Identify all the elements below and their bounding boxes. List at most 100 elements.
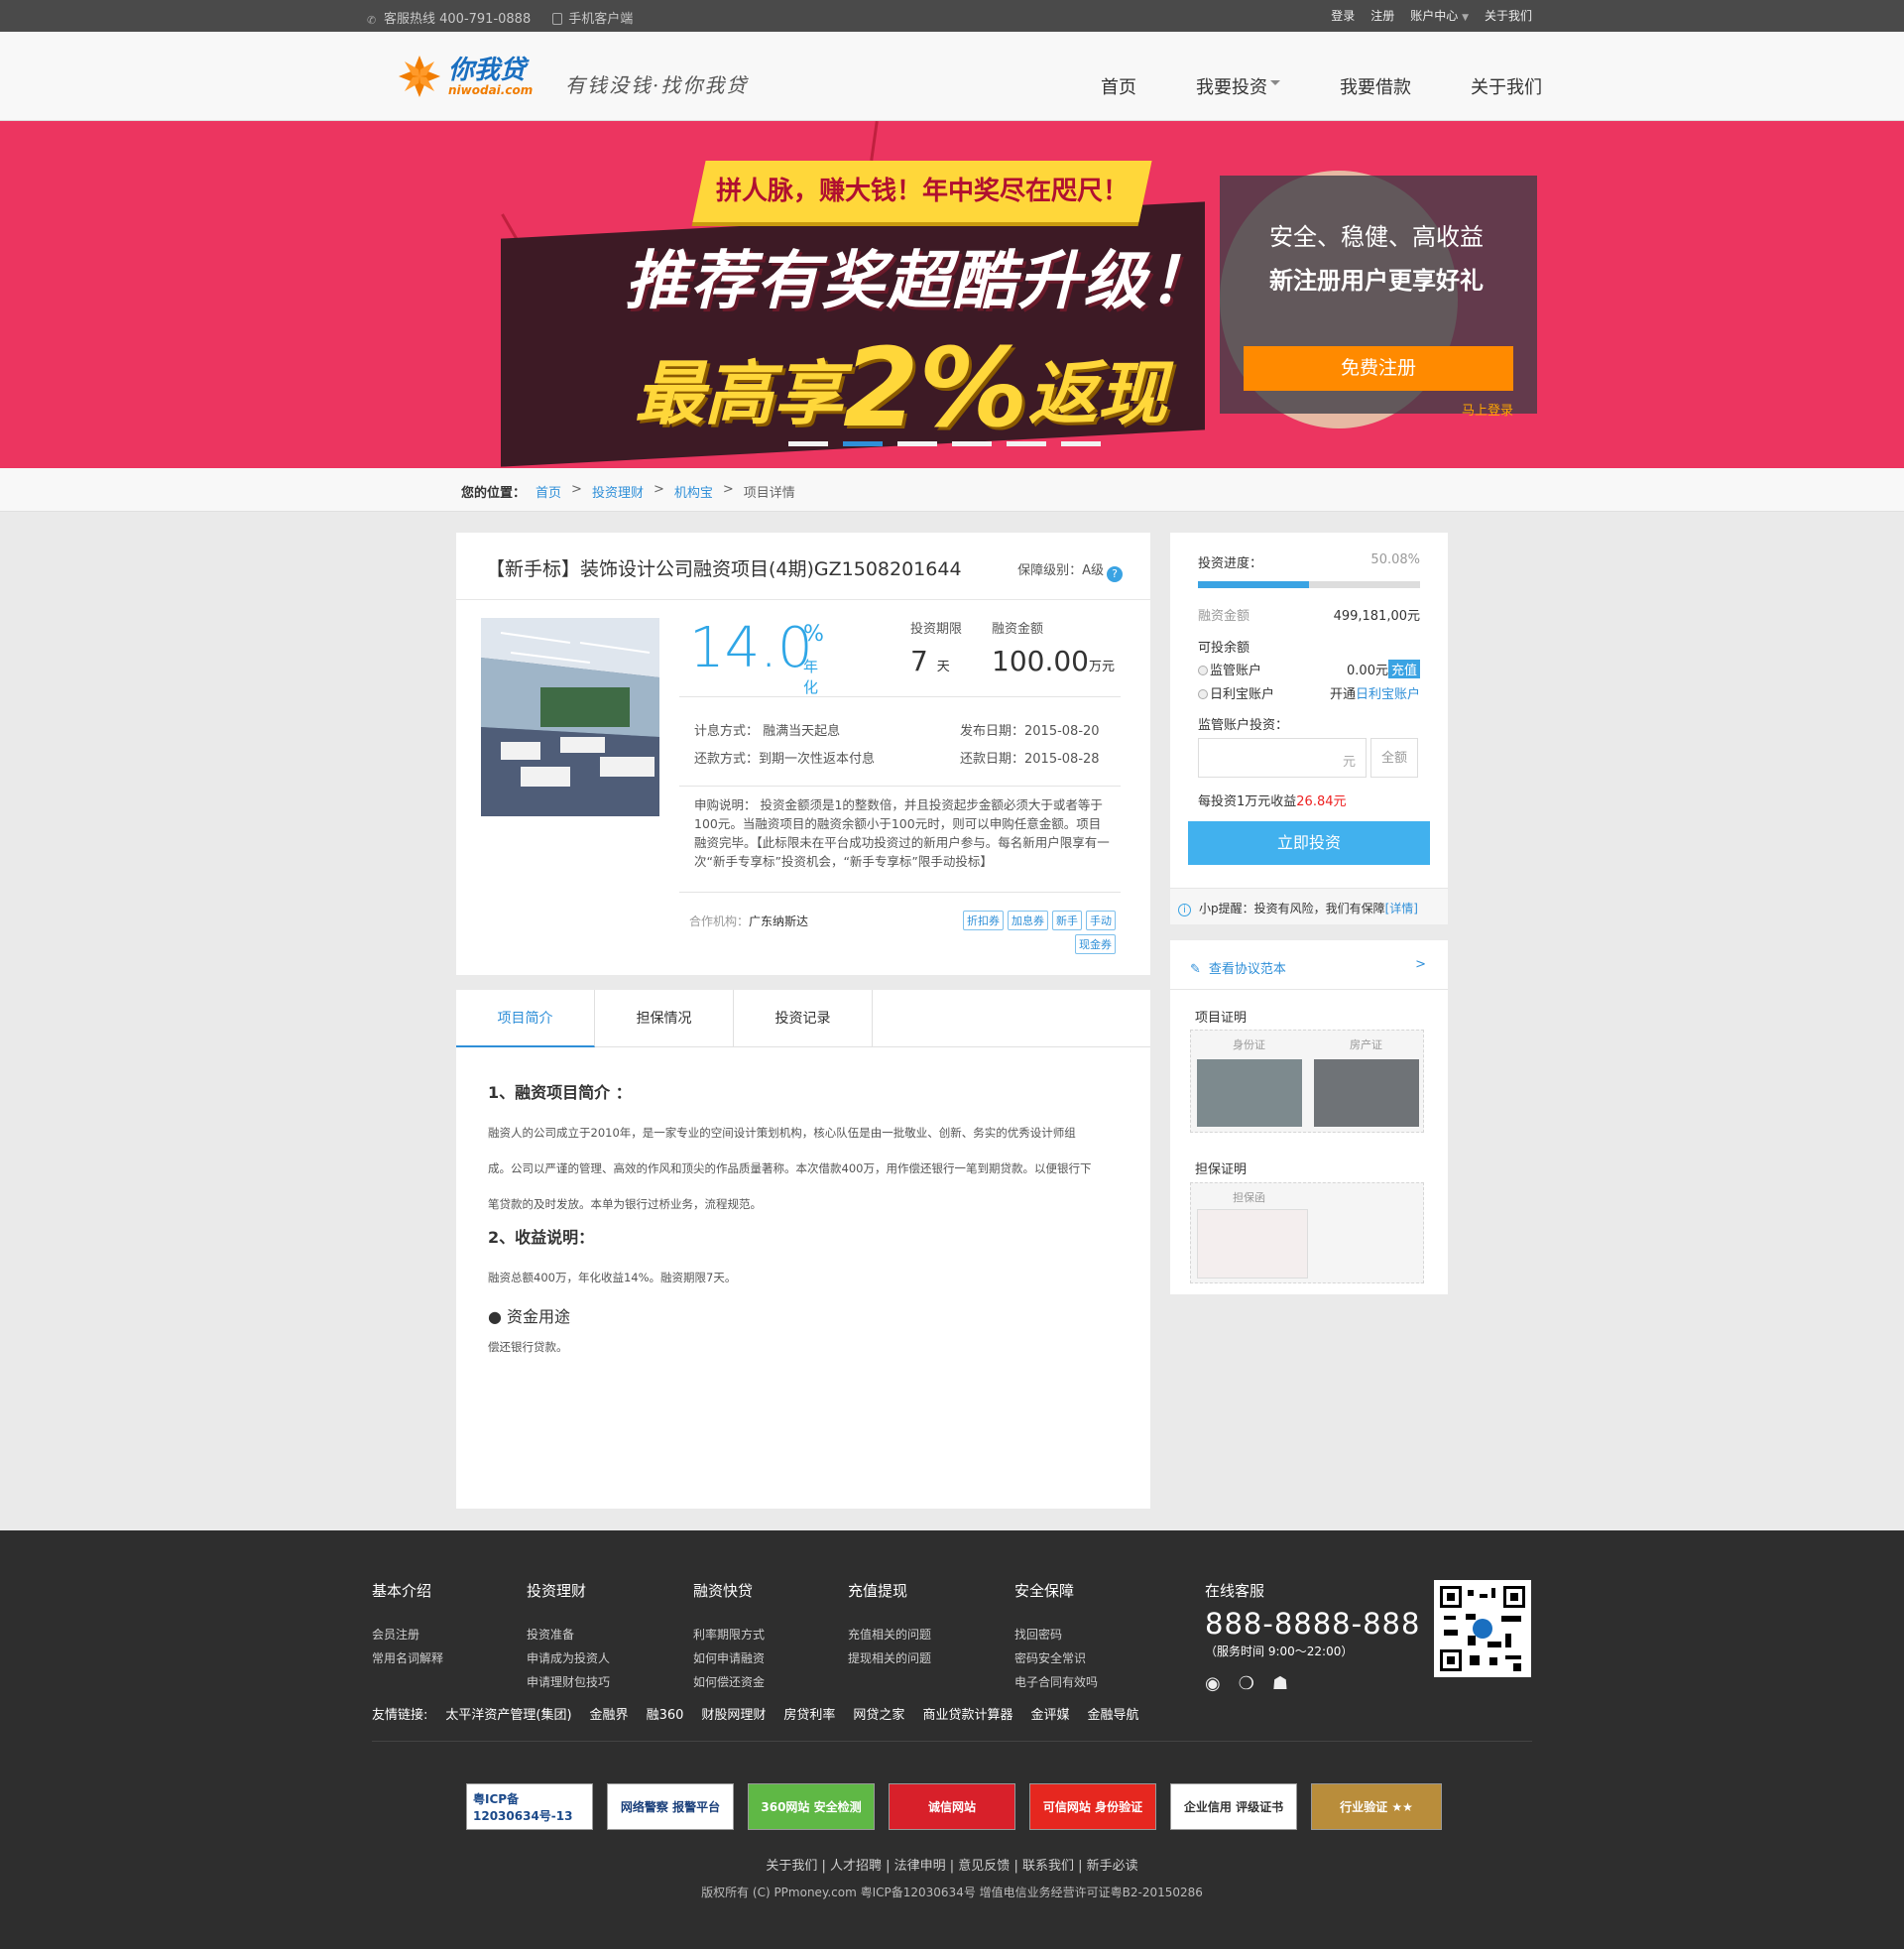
- friend-link[interactable]: 金评媒: [1030, 1704, 1069, 1741]
- register-link[interactable]: 注册: [1370, 7, 1394, 24]
- breadcrumb-institution[interactable]: 机构宝: [674, 482, 713, 501]
- register-box: 安全、稳健、高收益 新注册用户更享好礼 免费注册 马上登录: [1220, 176, 1537, 419]
- nav-invest[interactable]: 我要投资: [1196, 73, 1280, 99]
- footer-nav[interactable]: 关于我们 | 人才招聘 | 法律申明 | 意见反馈 | 联系我们 | 新手必读: [0, 1855, 1904, 1874]
- nav-borrow[interactable]: 我要借款: [1340, 73, 1411, 99]
- footer-link[interactable]: 充值相关的问题: [848, 1628, 931, 1642]
- about-link[interactable]: 关于我们: [1485, 7, 1532, 24]
- carousel-dot[interactable]: [1007, 441, 1046, 446]
- rilibao-account-radio[interactable]: 日利宝账户: [1198, 683, 1274, 702]
- nav-home[interactable]: 首页: [1101, 73, 1136, 99]
- tab-project-intro[interactable]: 项目简介: [456, 990, 595, 1047]
- friend-link[interactable]: 融360: [647, 1704, 684, 1741]
- tag-manual: 手动: [1086, 911, 1116, 930]
- progress-label: 投资进度：: [1198, 556, 1263, 571]
- edit-icon: ✎: [1190, 962, 1201, 977]
- coupon-tags: 折扣券 加息券 新手 手动 现金券: [942, 911, 1116, 954]
- radio-icon: [1198, 666, 1208, 675]
- help-icon[interactable]: ?: [1107, 566, 1123, 582]
- friend-link[interactable]: 太平洋资产管理(集团): [445, 1704, 571, 1741]
- invest-now-button[interactable]: 立即投资: [1188, 821, 1430, 865]
- footer-link[interactable]: 申请理财包技巧: [527, 1675, 610, 1689]
- carousel-dots: [788, 441, 1101, 446]
- id-card-thumbnail[interactable]: [1197, 1059, 1302, 1127]
- recharge-button[interactable]: 充值: [1387, 660, 1420, 678]
- invest-amount-input[interactable]: 元: [1198, 738, 1367, 778]
- guarantee-letter-thumbnail[interactable]: [1197, 1209, 1308, 1279]
- carousel-dot[interactable]: [897, 441, 937, 446]
- free-register-button[interactable]: 免费注册: [1244, 346, 1513, 391]
- carousel-dot[interactable]: [1061, 441, 1101, 446]
- footer-link[interactable]: 投资准备: [527, 1628, 574, 1642]
- carousel-dot[interactable]: [952, 441, 992, 446]
- credit-rating-badge[interactable]: 企业信用 评级证书: [1170, 1783, 1297, 1830]
- footer-link[interactable]: 如何偿还资金: [693, 1675, 765, 1689]
- login-link[interactable]: 登录: [1331, 7, 1355, 24]
- breadcrumb-home[interactable]: 首页: [536, 482, 561, 501]
- login-now-link[interactable]: 马上登录: [1462, 400, 1513, 419]
- wechat-icon[interactable]: ❍: [1239, 1673, 1254, 1694]
- invest-all-button[interactable]: 全额: [1370, 738, 1418, 778]
- earnings-estimate: 每投资1万元收益26.84元: [1198, 794, 1347, 809]
- logo-text: 你我贷: [448, 56, 527, 85]
- publish-date: 发布日期：2015-08-20: [960, 724, 1100, 739]
- friend-link[interactable]: 金融界: [590, 1704, 629, 1741]
- carousel-dot[interactable]: [788, 441, 828, 446]
- friend-link[interactable]: 财股网理财: [701, 1704, 766, 1741]
- project-photo: [481, 618, 659, 816]
- friend-link[interactable]: 金融导航: [1087, 1704, 1138, 1741]
- main-nav: 首页 我要投资 我要借款 关于我们: [1071, 73, 1572, 99]
- mobile-client-link[interactable]: 手机客户端: [552, 8, 633, 27]
- risk-tip: i 小p提醒：投资有风险，我们有保障[详情]: [1170, 888, 1448, 924]
- footer-link[interactable]: 申请成为投资人: [527, 1651, 610, 1665]
- industry-verify-badge[interactable]: 行业验证 ★★: [1311, 1783, 1442, 1830]
- footer-link[interactable]: 找回密码: [1014, 1628, 1062, 1642]
- 360-security-badge[interactable]: 360网站 安全检测: [748, 1783, 875, 1830]
- tab-invest-records[interactable]: 投资记录: [734, 990, 873, 1047]
- cyber-police-badge[interactable]: 网络警察 报警平台: [607, 1783, 734, 1830]
- tag-cash-coupon: 现金券: [1075, 934, 1116, 954]
- promo-banner[interactable]: 拼人脉，赚大钱！年中奖尽在咫尺！ 推荐有奖超酷升级！ 最高享2%返现 安全、稳健…: [0, 121, 1904, 468]
- banner-decoration: [870, 121, 879, 162]
- friend-link[interactable]: 房贷利率: [783, 1704, 835, 1741]
- footer-link[interactable]: 会员注册: [372, 1628, 419, 1642]
- nav-about[interactable]: 关于我们: [1471, 73, 1542, 99]
- paragraph: 笔贷款的及时发放。本单为银行过桥业务，流程规范。: [488, 1197, 762, 1211]
- open-rilibao-link[interactable]: 日利宝账户: [1356, 687, 1420, 702]
- weibo-icon[interactable]: ◉: [1205, 1673, 1221, 1694]
- divider: [456, 599, 1150, 600]
- escrow-account-radio[interactable]: 监管账户: [1198, 660, 1261, 678]
- breadcrumb-invest[interactable]: 投资理财: [592, 482, 644, 501]
- annual-rate: 14.0 % 年化: [689, 616, 824, 696]
- tab-guarantee[interactable]: 担保情况: [595, 990, 734, 1047]
- site-footer: 基本介绍 会员注册 常用名词解释 投资理财 投资准备 申请成为投资人 申请理财包…: [0, 1530, 1904, 1949]
- account-center-menu[interactable]: 账户中心 ▼: [1410, 7, 1469, 24]
- available-balance: 可投余额: [1198, 641, 1250, 656]
- risk-details-link[interactable]: [详情]: [1385, 902, 1418, 915]
- qr-code: [1434, 1580, 1531, 1677]
- invest-input-label: 监管账户投资：: [1198, 718, 1289, 733]
- footer-link[interactable]: 利率期限方式: [693, 1628, 765, 1642]
- agreement-link[interactable]: ✎ 查看协议范本 >: [1170, 940, 1448, 990]
- footer-link[interactable]: 如何申请融资: [693, 1651, 765, 1665]
- trusted-site-badge[interactable]: 可信网站 身份验证: [1029, 1783, 1156, 1830]
- logo-domain: niwodai.com: [448, 83, 534, 97]
- carousel-dot[interactable]: [843, 441, 883, 446]
- register-tagline: 安全、稳健、高收益: [1269, 223, 1484, 251]
- house-cert-thumbnail[interactable]: [1314, 1059, 1419, 1127]
- friend-link[interactable]: 商业贷款计算器: [922, 1704, 1012, 1741]
- footer-link[interactable]: 提现相关的问题: [848, 1651, 931, 1665]
- progress-fill: [1198, 581, 1310, 588]
- logo[interactable]: 你我贷 niwodai.com: [397, 54, 533, 99]
- icp-badge[interactable]: 粤ICP备 12030634号-13: [466, 1783, 593, 1830]
- footer-link[interactable]: 电子合同有效吗: [1014, 1675, 1098, 1689]
- chevron-right-icon: >: [1415, 957, 1426, 972]
- footer-link[interactable]: 常用名词解释: [372, 1651, 443, 1665]
- interest-method: 计息方式： 融满当天起息: [694, 724, 841, 739]
- investment-term: 投资期限 7 天: [910, 622, 963, 677]
- friend-link[interactable]: 网贷之家: [853, 1704, 904, 1741]
- mobile-icon: [552, 13, 563, 25]
- qq-icon[interactable]: ☗: [1272, 1673, 1288, 1694]
- footer-link[interactable]: 密码安全常识: [1014, 1651, 1086, 1665]
- credible-site-badge[interactable]: 诚信网站: [889, 1783, 1015, 1830]
